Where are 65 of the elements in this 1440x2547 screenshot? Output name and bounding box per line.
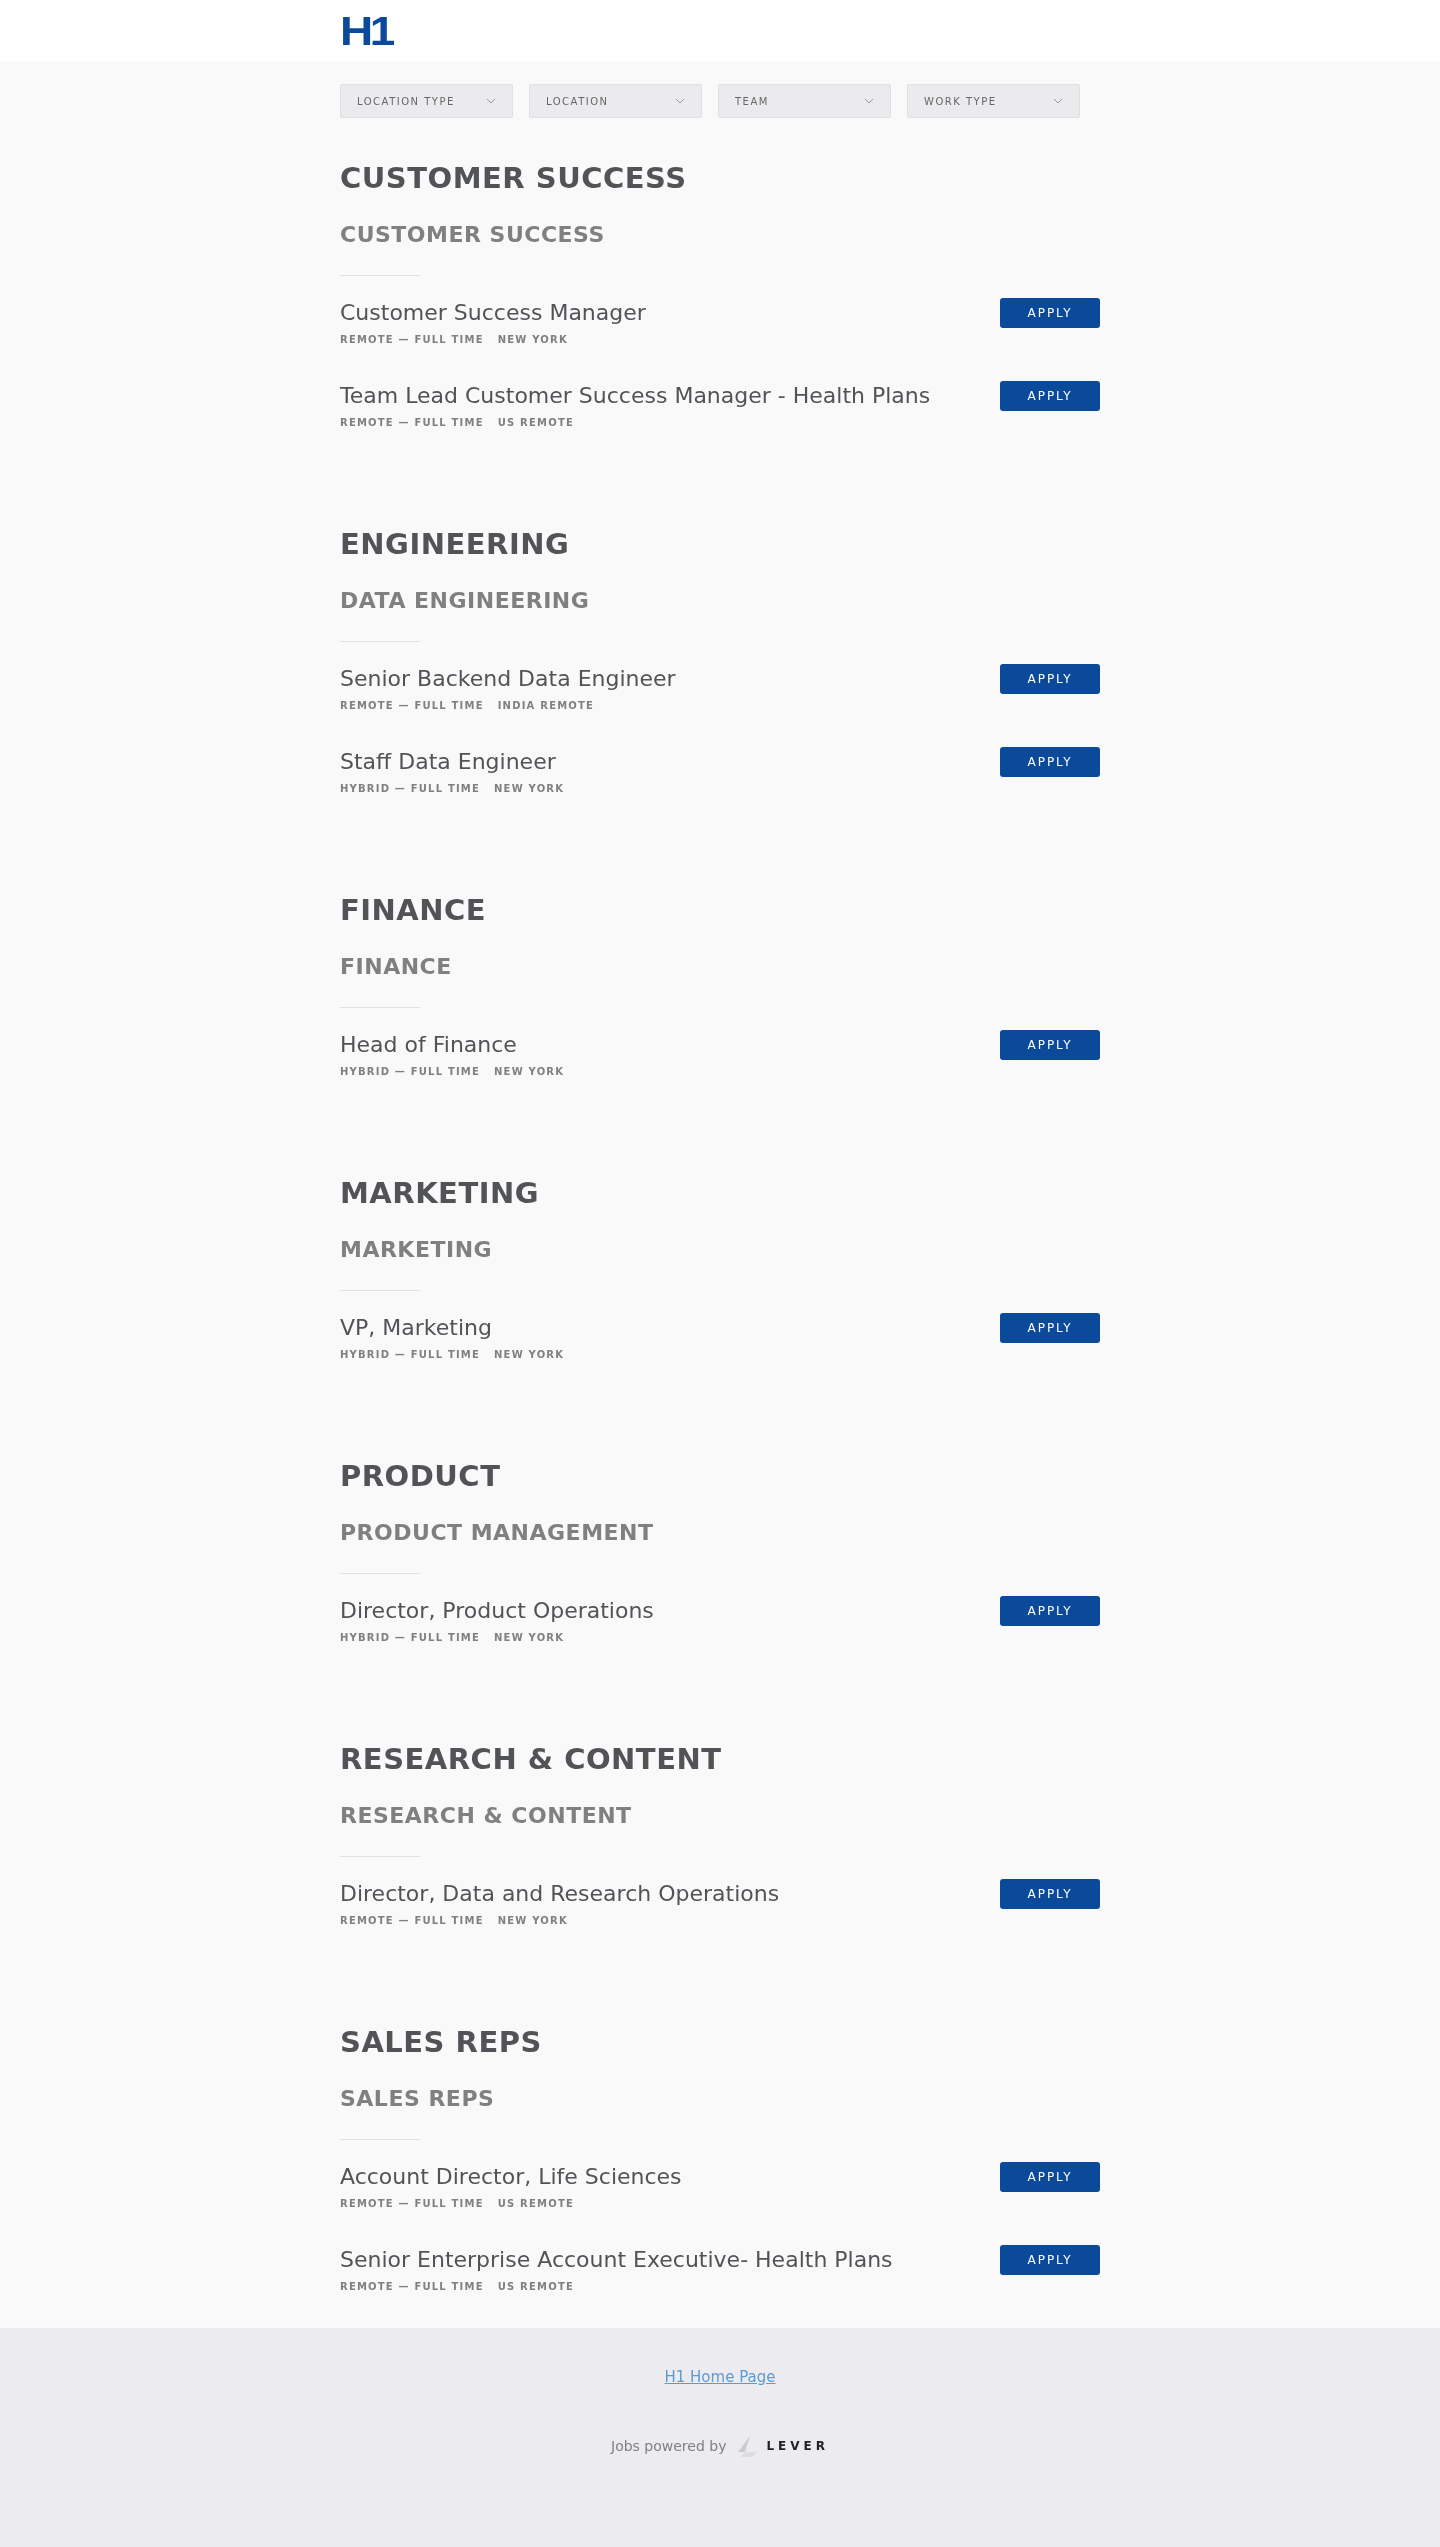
apply-button[interactable]: APPLY xyxy=(1000,381,1100,412)
job-title-link[interactable]: Staff Data Engineer xyxy=(340,747,556,778)
team-heading: MARKETING xyxy=(340,1236,494,1265)
work-type-label: HYBRID — FULL TIME xyxy=(340,783,481,795)
lever-brand[interactable]: LEVER xyxy=(766,2439,829,2454)
department-heading: FINANCE xyxy=(340,892,488,930)
team-heading: CUSTOMER SUCCESS xyxy=(340,221,606,250)
location-label: NEW YORK xyxy=(494,783,565,795)
job-title-link[interactable]: Team Lead Customer Success Manager - Health Plans xyxy=(340,381,931,412)
location-label: NEW YORK xyxy=(497,1915,568,1927)
location-label: US REMOTE xyxy=(497,417,574,429)
location-label: US REMOTE xyxy=(497,2281,574,2293)
work-type-label: REMOTE — FULL TIME xyxy=(340,700,484,712)
work-type-label: HYBRID — FULL TIME xyxy=(340,1066,481,1078)
job-title-link[interactable]: Head of Finance xyxy=(340,1030,517,1061)
apply-button[interactable]: APPLY xyxy=(1000,664,1100,695)
job-title-link[interactable]: Account Director, Life Sciences xyxy=(340,2162,682,2193)
chevron-down-icon xyxy=(486,98,496,105)
filter-dropdown[interactable]: WORK TYPE xyxy=(907,84,1080,119)
apply-button[interactable]: APPLY xyxy=(1000,1030,1100,1061)
chevron-down-icon xyxy=(675,98,685,105)
apply-button[interactable]: APPLY xyxy=(1000,1596,1100,1627)
apply-button[interactable]: APPLY xyxy=(1000,1313,1100,1344)
department-heading: SALES REPS xyxy=(340,2024,543,2062)
logo[interactable]: H1 xyxy=(340,12,392,49)
department-heading: ENGINEERING xyxy=(340,526,571,564)
team-heading: RESEARCH & CONTENT xyxy=(340,1802,633,1831)
team-heading: SALES REPS xyxy=(340,2085,496,2114)
team-heading: FINANCE xyxy=(340,953,453,982)
team-heading: PRODUCT MANAGEMENT xyxy=(340,1519,655,1548)
work-type-label: HYBRID — FULL TIME xyxy=(340,1632,481,1644)
location-label: NEW YORK xyxy=(494,1066,565,1078)
apply-button[interactable]: APPLY xyxy=(1000,1879,1100,1910)
location-label: NEW YORK xyxy=(494,1632,565,1644)
job-title-link[interactable]: Senior Enterprise Account Executive- Health Plans xyxy=(340,2245,893,2276)
work-type-label: REMOTE — FULL TIME xyxy=(340,2281,484,2293)
job-title-link[interactable]: Senior Backend Data Engineer xyxy=(340,664,676,695)
filter-dropdown[interactable]: TEAM xyxy=(718,84,891,119)
department-heading: PRODUCT xyxy=(340,1458,502,1496)
job-title-link[interactable]: VP, Marketing xyxy=(340,1313,492,1344)
work-type-label: HYBRID — FULL TIME xyxy=(340,1349,481,1361)
department-heading: RESEARCH & CONTENT xyxy=(340,1741,723,1779)
department-heading: MARKETING xyxy=(340,1175,541,1213)
job-title-link[interactable]: Director, Data and Research Operations xyxy=(340,1879,780,1910)
location-label: NEW YORK xyxy=(497,334,568,346)
job-title-link[interactable]: Customer Success Manager xyxy=(340,298,646,329)
filter-dropdown[interactable]: LOCATION xyxy=(529,84,702,119)
work-type-label: REMOTE — FULL TIME xyxy=(340,2198,484,2210)
powered-by-text: Jobs powered by xyxy=(611,2438,727,2455)
location-label: US REMOTE xyxy=(497,2198,574,2210)
department-heading: CUSTOMER SUCCESS xyxy=(340,160,688,198)
apply-button[interactable]: APPLY xyxy=(1000,2162,1100,2193)
filter-dropdown[interactable]: LOCATION TYPE xyxy=(340,84,513,119)
apply-button[interactable]: APPLY xyxy=(1000,2245,1100,2276)
chevron-down-icon xyxy=(864,98,874,105)
work-type-label: REMOTE — FULL TIME xyxy=(340,334,484,346)
work-type-label: REMOTE — FULL TIME xyxy=(340,1915,484,1927)
work-type-label: REMOTE — FULL TIME xyxy=(340,417,484,429)
team-heading: DATA ENGINEERING xyxy=(340,587,591,616)
chevron-down-icon xyxy=(1053,98,1063,105)
apply-button[interactable]: APPLY xyxy=(1000,298,1100,329)
apply-button[interactable]: APPLY xyxy=(1000,747,1100,778)
job-title-link[interactable]: Director, Product Operations xyxy=(340,1596,654,1627)
location-label: NEW YORK xyxy=(494,1349,565,1361)
location-label: INDIA REMOTE xyxy=(497,700,595,712)
